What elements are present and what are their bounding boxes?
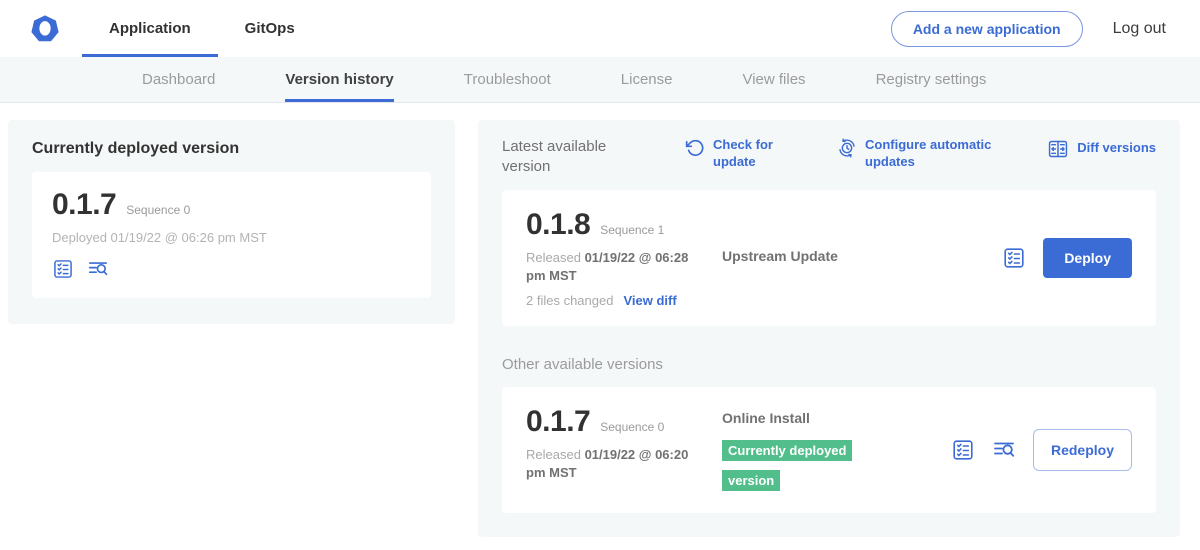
released-label: Released: [526, 447, 581, 462]
add-new-application-button[interactable]: Add a new application: [891, 11, 1083, 47]
latest-version-number: 0.1.8: [526, 208, 590, 241]
config-checklist-icon[interactable]: [1002, 246, 1026, 270]
check-for-update-label: Check for update: [713, 137, 777, 171]
released-label: Released: [526, 250, 581, 265]
deploy-logs-icon[interactable]: [992, 438, 1016, 462]
available-versions-panel: Latest available version Check for updat…: [478, 120, 1180, 537]
files-changed-label: 2 files changed: [526, 293, 613, 308]
available-header: Latest available version Check for updat…: [502, 137, 1156, 176]
tab-application[interactable]: Application: [82, 0, 218, 57]
other-available-versions-title: Other available versions: [502, 356, 1156, 373]
redeploy-button[interactable]: Redeploy: [1033, 429, 1132, 471]
main-content: Currently deployed version 0.1.7 Sequenc…: [0, 103, 1200, 550]
other-released-timestamp: Released 01/19/22 @ 06:20 pm MST: [526, 446, 704, 481]
header-right: Add a new application Log out: [891, 0, 1200, 57]
other-source-label: Online Install: [722, 410, 904, 426]
header-tabs: Application GitOps: [82, 0, 322, 57]
latest-sequence-label: Sequence 1: [600, 223, 664, 237]
subnav-tab-dashboard[interactable]: Dashboard: [142, 57, 215, 102]
currently-deployed-panel: Currently deployed version 0.1.7 Sequenc…: [8, 120, 455, 324]
deployed-version-number: 0.1.7: [52, 188, 116, 221]
deployed-timestamp: Deployed 01/19/22 @ 06:26 pm MST: [52, 230, 411, 245]
deployed-version-card: 0.1.7 Sequence 0 Deployed 01/19/22 @ 06:…: [32, 172, 431, 298]
refresh-icon: [685, 138, 705, 158]
configure-automatic-updates-action[interactable]: Configure automatic updates: [837, 137, 1013, 171]
subnav-tab-troubleshoot[interactable]: Troubleshoot: [464, 57, 551, 102]
config-checklist-icon[interactable]: [52, 258, 74, 280]
clock-refresh-icon: [837, 138, 857, 158]
latest-version-card: 0.1.8 Sequence 1 Released 01/19/22 @ 06:…: [502, 190, 1156, 326]
app-subnav: Dashboard Version history Troubleshoot L…: [0, 57, 1200, 103]
currently-deployed-badge: Currently deployed version: [722, 440, 852, 491]
subnav-tab-version-history[interactable]: Version history: [285, 57, 393, 102]
logout-link[interactable]: Log out: [1113, 20, 1166, 38]
tab-application-label: Application: [109, 20, 191, 37]
latest-released-timestamp: Released 01/19/22 @ 06:28 pm MST: [526, 249, 704, 284]
app-logo-icon: [30, 14, 60, 44]
other-version-number: 0.1.7: [526, 405, 590, 438]
other-version-card: 0.1.7 Sequence 0 Released 01/19/22 @ 06:…: [502, 387, 1156, 513]
check-for-update-action[interactable]: Check for update: [685, 137, 777, 171]
subnav-tab-view-files[interactable]: View files: [742, 57, 805, 102]
latest-available-title: Latest available version: [502, 137, 630, 176]
diff-versions-icon: [1047, 138, 1069, 160]
other-sequence-label: Sequence 0: [600, 420, 664, 434]
diff-versions-label: Diff versions: [1077, 140, 1156, 157]
view-diff-link[interactable]: View diff: [623, 293, 676, 308]
configure-automatic-updates-label: Configure automatic updates: [865, 137, 1013, 171]
diff-versions-action[interactable]: Diff versions: [1047, 137, 1156, 160]
latest-source-label: Upstream Update: [722, 248, 904, 264]
tab-gitops[interactable]: GitOps: [218, 0, 322, 57]
deploy-button[interactable]: Deploy: [1043, 238, 1132, 278]
top-header: Application GitOps Add a new application…: [0, 0, 1200, 57]
subnav-tab-license[interactable]: License: [621, 57, 673, 102]
currently-deployed-title: Currently deployed version: [32, 140, 431, 158]
config-checklist-icon[interactable]: [951, 438, 975, 462]
subnav-tab-registry-settings[interactable]: Registry settings: [876, 57, 987, 102]
deployed-sequence-label: Sequence 0: [126, 203, 190, 217]
deploy-logs-icon[interactable]: [87, 258, 109, 280]
tab-gitops-label: GitOps: [245, 20, 295, 37]
